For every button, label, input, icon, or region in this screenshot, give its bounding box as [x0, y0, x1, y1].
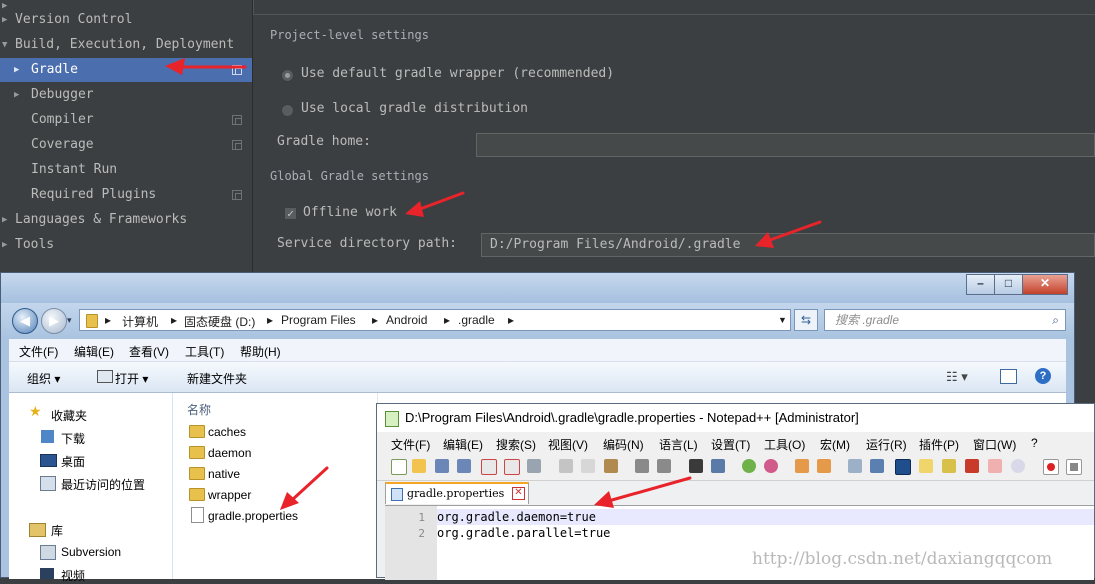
watermark: http://blog.csdn.net/daxiangqqcom	[752, 549, 1053, 569]
arrow-gradle-properties-file	[280, 466, 329, 510]
arrow-service-directory	[755, 220, 822, 248]
arrow-offline-work	[405, 191, 465, 217]
arrow-gradle-properties-tab	[594, 476, 692, 508]
annotation-arrows	[165, 58, 822, 510]
arrow-gradle	[165, 58, 247, 75]
